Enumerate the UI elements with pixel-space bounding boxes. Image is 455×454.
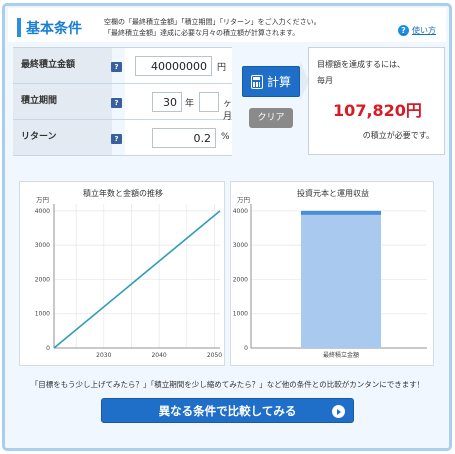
y-tick-label: 3000 bbox=[233, 242, 248, 249]
return-cell: % bbox=[125, 120, 232, 155]
title-bar-accent bbox=[17, 18, 21, 37]
calculate-label: 計算 bbox=[266, 75, 291, 89]
instructions: 空欄の「最終積立金額」「積立期間」「リターン」をご入力ください。 「最終積立金額… bbox=[104, 17, 321, 39]
x-tick-label: 2040 bbox=[151, 352, 166, 359]
period-label: 積立期間 bbox=[13, 84, 112, 119]
chart-title: 投資元本と運用収益 bbox=[297, 188, 369, 198]
y-tick-label: 4000 bbox=[233, 208, 248, 215]
target-amount-label: 最終積立金額 bbox=[13, 48, 112, 83]
help-tooltip-icon[interactable]: ? bbox=[111, 134, 122, 144]
y-tick-label: 1000 bbox=[233, 311, 248, 318]
x-tick-label: 2030 bbox=[96, 352, 111, 359]
bar-return bbox=[301, 210, 381, 215]
y-tick-label: 0 bbox=[46, 345, 50, 352]
help-tooltip-icon[interactable]: ? bbox=[111, 98, 122, 108]
calculator-icon bbox=[250, 74, 263, 89]
y-tick-label: 1000 bbox=[35, 311, 50, 318]
section-title: 基本条件 bbox=[26, 21, 82, 37]
line-chart-panel: 積立年数と金額の推移万円 0 1000 2000 3000 4000 2030 2040 205… bbox=[19, 181, 225, 366]
y-tick-label: 4000 bbox=[35, 208, 50, 215]
result-panel: 目標額を達成するには、 毎月 107,820円 の積立が必要です。 bbox=[308, 47, 445, 155]
period-years-input[interactable] bbox=[152, 92, 182, 112]
header-panel: 基本条件 空欄の「最終積立金額」「積立期間」「リターン」をご入力ください。 「最… bbox=[8, 8, 446, 42]
input-form: 最終積立金額 ? 円 積立期間 ? 年 ヶ月 リターン ? % bbox=[13, 47, 233, 156]
line-chart: 積立年数と金額の推移万円 0 1000 2000 3000 4000 2030 2040 205… bbox=[35, 188, 223, 359]
arrow-right-icon bbox=[332, 405, 345, 418]
x-tick-label: 2050 bbox=[207, 352, 222, 359]
row-return: リターン ? % bbox=[13, 120, 232, 156]
yen-unit: 円 bbox=[217, 63, 227, 73]
instruction-line-1: 空欄の「最終積立金額」「積立期間」「リターン」をご入力ください。 bbox=[104, 18, 321, 26]
row-period: 積立期間 ? 年 ヶ月 bbox=[13, 84, 233, 122]
result-line-1: 目標額を達成するには、 bbox=[317, 60, 405, 69]
target-amount-cell: 円 bbox=[125, 48, 232, 83]
help-link[interactable]: ? 使い方 bbox=[398, 25, 436, 36]
y-tick-label: 2000 bbox=[35, 276, 50, 283]
help-label: 使い方 bbox=[412, 26, 436, 35]
y-axis-unit: 万円 bbox=[36, 196, 49, 204]
return-input[interactable] bbox=[152, 128, 216, 148]
instruction-line-2: 「最終積立金額」達成に必要な月々の積立額が計算されます。 bbox=[104, 29, 300, 37]
y-axis-unit: 万円 bbox=[237, 196, 250, 204]
y-tick-label: 0 bbox=[244, 345, 248, 352]
percent-unit: % bbox=[221, 132, 230, 142]
chart-title: 積立年数と金額の推移 bbox=[83, 188, 163, 198]
months-unit: ヶ月 bbox=[223, 99, 233, 122]
help-tooltip-icon[interactable]: ? bbox=[111, 62, 122, 72]
period-months-input[interactable] bbox=[199, 92, 219, 112]
compare-button[interactable]: 異なる条件で比較してみる bbox=[101, 398, 354, 423]
bar-principal bbox=[301, 214, 381, 348]
bar-chart-panel: 投資元本と運用収益万円 0 1000 2000 3000 4000 最終積立金額 bbox=[230, 181, 434, 366]
years-unit: 年 bbox=[185, 99, 195, 109]
calculate-button[interactable]: 計算 bbox=[242, 66, 300, 97]
y-tick-label: 3000 bbox=[35, 242, 50, 249]
period-cell: 年 ヶ月 bbox=[125, 84, 233, 122]
target-amount-input[interactable] bbox=[135, 56, 212, 76]
clear-button[interactable]: クリア bbox=[249, 108, 293, 128]
result-line-2: 毎月 bbox=[317, 76, 333, 85]
compare-notice: 「目標をもう少し上げてみたら？」「積立期間を少し縮めてみたら？」など他の条件との… bbox=[30, 380, 425, 389]
compare-label: 異なる条件で比較してみる bbox=[158, 403, 297, 418]
return-label: リターン bbox=[13, 120, 112, 155]
row-target-amount: 最終積立金額 ? 円 bbox=[13, 48, 232, 84]
monthly-amount: 107,820円 bbox=[333, 101, 422, 120]
bar-chart: 投資元本と運用収益万円 0 1000 2000 3000 4000 最終積立金額 bbox=[233, 188, 427, 359]
y-tick-label: 2000 bbox=[233, 276, 248, 283]
help-icon: ? bbox=[398, 25, 409, 36]
x-tick-label: 最終積立金額 bbox=[323, 351, 359, 359]
result-line-3: の積立が必要です。 bbox=[362, 131, 434, 140]
